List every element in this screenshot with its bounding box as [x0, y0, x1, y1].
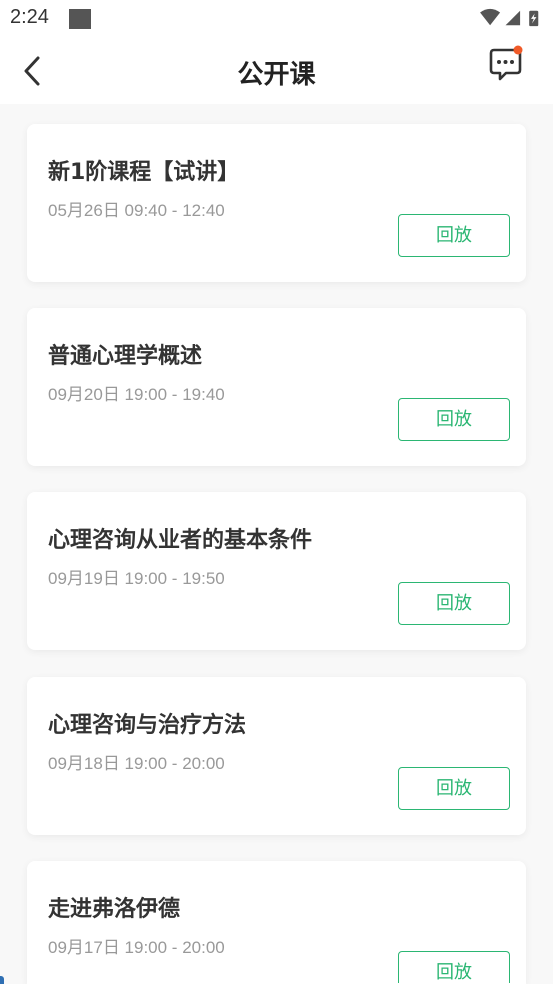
- replay-button[interactable]: 回放: [398, 951, 510, 983]
- page-title: 公开课: [237, 60, 316, 90]
- course-title: 新1阶课程【试讲】: [48, 160, 240, 185]
- course-time: 09月20日 19:00 - 19:40: [48, 385, 225, 404]
- course-card[interactable]: 新1阶课程【试讲】 05月26日 09:40 - 12:40 回放: [27, 124, 526, 282]
- replay-button[interactable]: 回放: [398, 767, 510, 810]
- replay-button[interactable]: 回放: [398, 214, 510, 257]
- wifi-icon: [480, 8, 501, 26]
- signal-icon: [505, 10, 521, 26]
- course-title: 心理咨询与治疗方法: [48, 713, 247, 738]
- course-time: 09月18日 19:00 - 20:00: [48, 754, 225, 773]
- edge-indicator: [0, 976, 4, 984]
- replay-button[interactable]: 回放: [398, 582, 510, 625]
- message-button[interactable]: [486, 44, 526, 84]
- course-card[interactable]: 心理咨询与治疗方法 09月18日 19:00 - 20:00 回放: [27, 677, 526, 835]
- course-time: 09月19日 19:00 - 19:50: [48, 569, 225, 588]
- course-card[interactable]: 走进弗洛伊德 09月17日 19:00 - 20:00 回放: [27, 861, 526, 984]
- chat-bubble-icon: [489, 45, 523, 81]
- notification-icon: [69, 9, 91, 29]
- course-title: 心理咨询从业者的基本条件: [48, 528, 313, 553]
- course-time: 09月17日 19:00 - 20:00: [48, 938, 225, 957]
- course-title: 普通心理学概述: [48, 344, 203, 369]
- course-time: 05月26日 09:40 - 12:40: [48, 201, 225, 220]
- status-icons: [480, 8, 539, 27]
- status-time: 2:24: [10, 6, 49, 28]
- status-bar: 2:24: [0, 0, 553, 38]
- course-card[interactable]: 普通心理学概述 09月20日 19:00 - 19:40 回放: [27, 308, 526, 466]
- header: 公开课: [0, 38, 553, 104]
- notification-dot: [513, 45, 523, 55]
- course-card[interactable]: 心理咨询从业者的基本条件 09月19日 19:00 - 19:50 回放: [27, 492, 526, 650]
- replay-button[interactable]: 回放: [398, 398, 510, 441]
- course-title: 走进弗洛伊德: [48, 897, 181, 922]
